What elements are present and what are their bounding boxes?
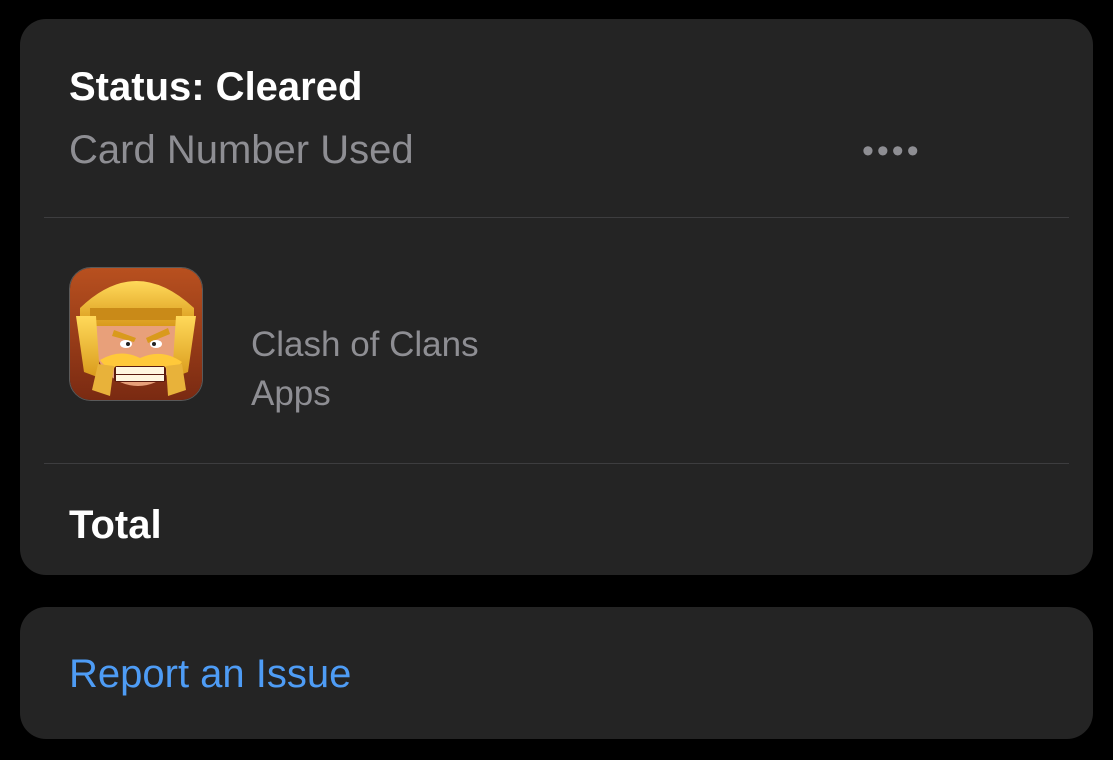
app-category: Apps: [251, 374, 331, 413]
card-number-masked: ••••: [862, 132, 922, 170]
clash-of-clans-app-icon: [69, 267, 203, 401]
total-label: Total: [69, 503, 162, 547]
card-number-label: Card Number Used: [69, 128, 414, 172]
report-issue-link[interactable]: Report an Issue: [69, 651, 351, 697]
purchase-details-card: Status: Cleared Card Number Used •••• Cl…: [20, 19, 1093, 575]
divider: [44, 217, 1069, 218]
status-label: Status: Cleared: [69, 65, 363, 109]
report-issue-card[interactable]: Report an Issue: [20, 607, 1093, 739]
app-name: Clash of Clans: [251, 325, 479, 364]
divider: [44, 463, 1069, 464]
